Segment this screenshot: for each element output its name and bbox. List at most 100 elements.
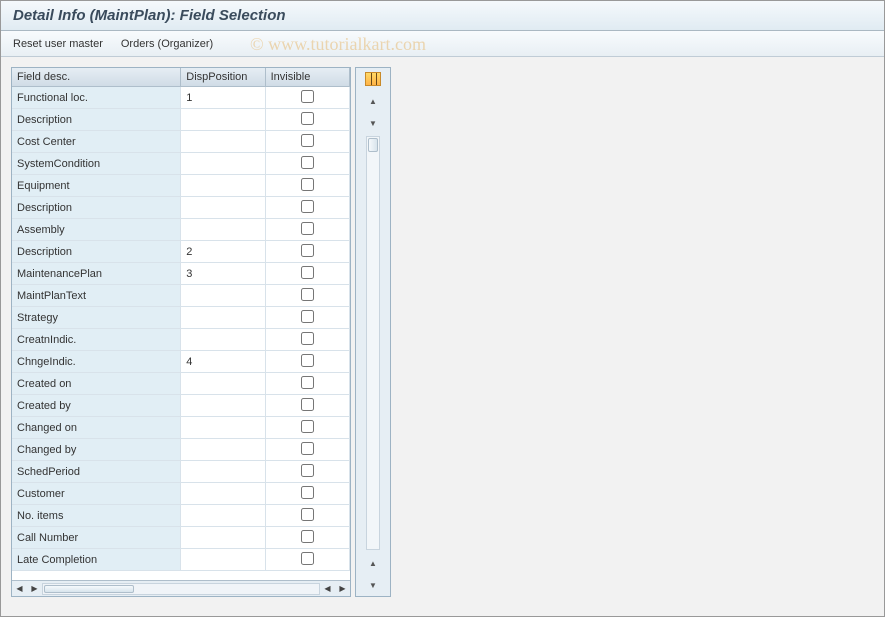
table-row[interactable]: Equipment [12, 175, 350, 197]
field-desc-cell: Functional loc. [12, 87, 180, 108]
table-row[interactable]: ChngeIndic.4 [12, 351, 350, 373]
field-desc-cell: SystemCondition [12, 153, 180, 174]
disp-position-cell[interactable] [181, 161, 264, 167]
table-row[interactable]: SystemCondition [12, 153, 350, 175]
table-row[interactable]: No. items [12, 505, 350, 527]
invisible-checkbox[interactable] [301, 486, 314, 499]
invisible-checkbox[interactable] [301, 222, 314, 235]
table-row[interactable]: Description2 [12, 241, 350, 263]
field-desc-cell: Call Number [12, 527, 180, 548]
invisible-checkbox[interactable] [301, 442, 314, 455]
invisible-checkbox[interactable] [301, 508, 314, 521]
invisible-checkbox[interactable] [301, 200, 314, 213]
invisible-checkbox[interactable] [301, 398, 314, 411]
table-row[interactable]: SchedPeriod [12, 461, 350, 483]
disp-position-cell[interactable] [181, 403, 264, 409]
invisible-checkbox[interactable] [301, 332, 314, 345]
orders-organizer-button[interactable]: Orders (Organizer) [121, 38, 213, 50]
invisible-checkbox[interactable] [301, 552, 314, 565]
disp-position-cell[interactable] [181, 469, 264, 475]
invisible-checkbox[interactable] [301, 464, 314, 477]
invisible-checkbox[interactable] [301, 266, 314, 279]
disp-position-cell[interactable] [181, 139, 264, 145]
disp-position-cell[interactable] [181, 117, 264, 123]
disp-position-cell[interactable] [181, 557, 264, 563]
invisible-checkbox[interactable] [301, 288, 314, 301]
field-desc-cell: Cost Center [12, 131, 180, 152]
table-row[interactable]: CreatnIndic. [12, 329, 350, 351]
invisible-checkbox[interactable] [301, 112, 314, 125]
hscroll-right-icon[interactable]: ▶ [27, 582, 42, 596]
disp-position-cell[interactable] [181, 205, 264, 211]
table-row[interactable]: Call Number [12, 527, 350, 549]
field-selection-table-container: Field desc. DispPosition Invisible Funct… [11, 67, 351, 597]
invisible-checkbox[interactable] [301, 244, 314, 257]
disp-position-cell[interactable] [181, 381, 264, 387]
table-row[interactable]: Changed by [12, 439, 350, 461]
field-desc-cell: Changed on [12, 417, 180, 438]
table-row[interactable]: Customer [12, 483, 350, 505]
invisible-checkbox[interactable] [301, 90, 314, 103]
scroll-up-button[interactable]: ▲ [363, 92, 383, 110]
hscroll-left-icon[interactable]: ◀ [12, 582, 27, 596]
invisible-checkbox[interactable] [301, 376, 314, 389]
disp-position-cell[interactable] [181, 293, 264, 299]
scroll-down-button[interactable]: ▼ [363, 114, 383, 132]
field-desc-cell: Late Completion [12, 549, 180, 570]
disp-position-cell[interactable] [181, 513, 264, 519]
hscroll-left2-icon[interactable]: ◀ [320, 582, 335, 596]
reset-user-master-button[interactable]: Reset user master [13, 38, 103, 50]
disp-position-cell[interactable]: 1 [181, 89, 264, 107]
scroll-down2-button[interactable]: ▼ [363, 576, 383, 594]
disp-position-cell[interactable]: 4 [181, 353, 264, 371]
table-row[interactable]: MaintPlanText [12, 285, 350, 307]
col-header-disp-position[interactable]: DispPosition [181, 68, 265, 87]
vscroll-thumb[interactable] [368, 138, 378, 152]
disp-position-cell[interactable]: 2 [181, 243, 264, 261]
table-row[interactable]: Cost Center [12, 131, 350, 153]
scroll-up2-button[interactable]: ▲ [363, 554, 383, 572]
invisible-checkbox[interactable] [301, 156, 314, 169]
table-row[interactable]: Strategy [12, 307, 350, 329]
invisible-checkbox[interactable] [301, 354, 314, 367]
disp-position-cell[interactable] [181, 315, 264, 321]
horizontal-scrollbar[interactable]: ◀ ▶ ◀ ▶ [12, 580, 350, 596]
disp-position-cell[interactable] [181, 535, 264, 541]
disp-position-cell[interactable] [181, 447, 264, 453]
field-desc-cell: Equipment [12, 175, 180, 196]
page-title: Detail Info (MaintPlan): Field Selection [13, 7, 286, 24]
disp-position-cell[interactable] [181, 183, 264, 189]
invisible-checkbox[interactable] [301, 178, 314, 191]
invisible-checkbox[interactable] [301, 310, 314, 323]
field-desc-cell: MaintenancePlan [12, 263, 180, 284]
arrow-down2-icon: ▼ [369, 581, 377, 590]
table-row[interactable]: Changed on [12, 417, 350, 439]
col-header-field-desc[interactable]: Field desc. [12, 68, 181, 87]
hscroll-right2-icon[interactable]: ▶ [335, 582, 350, 596]
table-row[interactable]: Assembly [12, 219, 350, 241]
hscroll-track[interactable] [42, 583, 320, 595]
table-row[interactable]: Created by [12, 395, 350, 417]
field-desc-cell: Description [12, 241, 180, 262]
table-row[interactable]: Late Completion [12, 549, 350, 571]
toolbar: Reset user master Orders (Organizer) [1, 31, 884, 57]
table-row[interactable]: MaintenancePlan3 [12, 263, 350, 285]
table-settings-button[interactable] [363, 70, 383, 88]
invisible-checkbox[interactable] [301, 420, 314, 433]
disp-position-cell[interactable] [181, 227, 264, 233]
invisible-checkbox[interactable] [301, 530, 314, 543]
invisible-checkbox[interactable] [301, 134, 314, 147]
table-row[interactable]: Functional loc.1 [12, 87, 350, 109]
col-header-invisible[interactable]: Invisible [265, 68, 349, 87]
table-row[interactable]: Description [12, 197, 350, 219]
table-row[interactable]: Created on [12, 373, 350, 395]
vertical-scrollbar[interactable] [366, 136, 380, 550]
disp-position-cell[interactable]: 3 [181, 265, 264, 283]
disp-position-cell[interactable] [181, 425, 264, 431]
disp-position-cell[interactable] [181, 337, 264, 343]
side-panel: ▲ ▼ ▲ ▼ [355, 67, 391, 597]
hscroll-thumb[interactable] [44, 585, 134, 593]
table-row[interactable]: Description [12, 109, 350, 131]
arrow-up2-icon: ▲ [369, 559, 377, 568]
disp-position-cell[interactable] [181, 491, 264, 497]
